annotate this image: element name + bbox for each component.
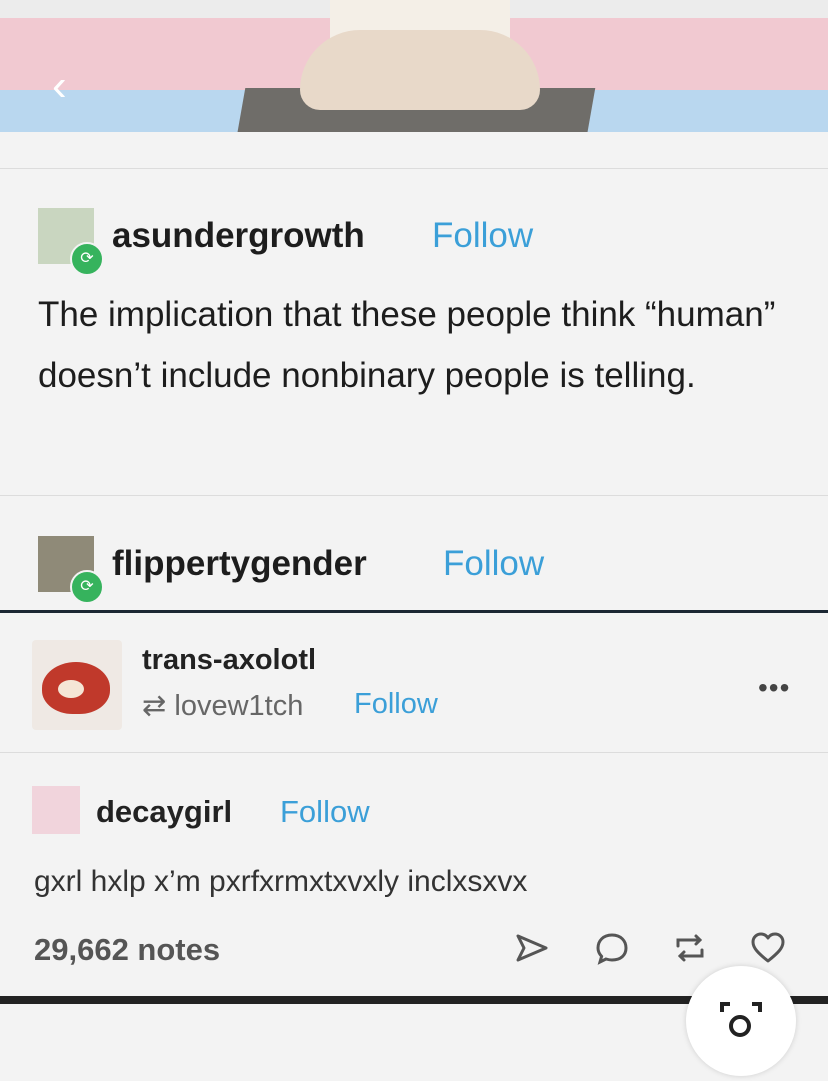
- reblog-icon: ⇄: [142, 690, 167, 722]
- more-icon[interactable]: •••: [758, 672, 790, 704]
- comment-icon[interactable]: [592, 928, 632, 968]
- notes-count[interactable]: 29,662 notes: [34, 932, 220, 968]
- post3-reblogged-from[interactable]: ⇄ lovew1tch: [142, 688, 303, 723]
- post3-follow-button[interactable]: Follow: [354, 688, 438, 721]
- divider: [0, 610, 828, 613]
- chevron-left-icon[interactable]: ‹: [52, 64, 78, 108]
- post4-text: gxrl hxlp x’m pxrfxrmxtxvxly inclxsxvx: [34, 865, 528, 898]
- post1-follow-button[interactable]: Follow: [432, 216, 533, 256]
- reblog-icon: ⟳: [70, 570, 104, 604]
- share-icon[interactable]: [512, 928, 552, 968]
- post1-text: The implication that these people think …: [38, 295, 776, 395]
- reblog-icon: ⟳: [70, 242, 104, 276]
- post1-username[interactable]: asundergrowth: [112, 216, 365, 256]
- divider: [0, 752, 828, 753]
- divider: [0, 168, 828, 169]
- post4-username[interactable]: decaygirl: [96, 794, 232, 830]
- search-button[interactable]: [686, 966, 796, 1076]
- avatar[interactable]: ⟳: [38, 536, 104, 604]
- hero-person-legs: [300, 30, 540, 110]
- post4-follow-button[interactable]: Follow: [280, 794, 370, 830]
- axolotl-icon: [58, 680, 84, 698]
- reblog-icon[interactable]: [670, 928, 710, 968]
- post3-username[interactable]: trans-axolotl: [142, 644, 316, 677]
- divider: [0, 495, 828, 496]
- hero-image: ‹: [0, 0, 828, 132]
- post2-username[interactable]: flippertygender: [112, 544, 367, 584]
- search-icon: [720, 1002, 762, 1037]
- avatar[interactable]: [32, 640, 122, 730]
- post3-reblog-source[interactable]: lovew1tch: [174, 690, 303, 722]
- avatar[interactable]: ⟳: [38, 208, 104, 276]
- post2-follow-button[interactable]: Follow: [443, 544, 544, 584]
- avatar[interactable]: [32, 786, 80, 834]
- heart-icon[interactable]: [748, 928, 788, 968]
